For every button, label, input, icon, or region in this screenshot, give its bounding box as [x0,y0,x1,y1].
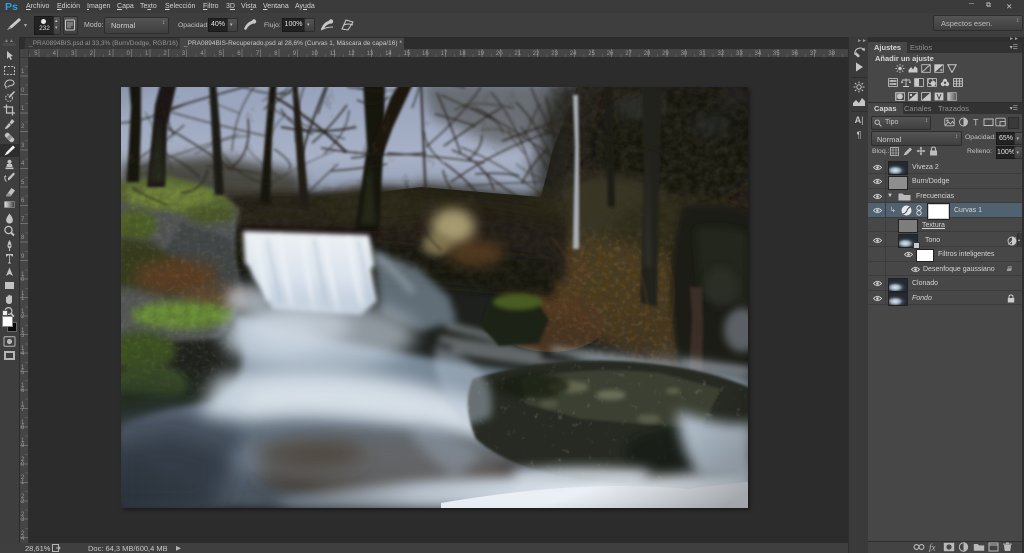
svg-text:fx: fx [929,543,936,553]
svg-text:T: T [973,118,979,128]
